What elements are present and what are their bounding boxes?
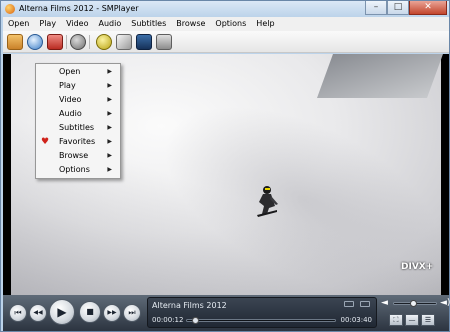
open-folder-icon[interactable] (7, 34, 23, 50)
context-menu-item-label: Subtitles (59, 123, 95, 132)
previous-button[interactable]: ⏮ (9, 304, 27, 322)
media-info-panel: Alterna Films 2012 00:00:12 00:03:40 (147, 297, 377, 328)
info-icon[interactable] (96, 34, 112, 50)
compact-button[interactable]: — (405, 314, 419, 326)
full-screen-icon[interactable] (136, 34, 152, 50)
total-time: 00:03:40 (340, 316, 372, 324)
video-frame-skier (257, 186, 278, 217)
context-menu-item-subtitles[interactable]: Subtitles ▶ (36, 121, 120, 135)
play-button[interactable]: ▶ (49, 299, 75, 325)
window-title: Alterna Films 2012 - SMPlayer (19, 4, 139, 13)
context-menu-item-options[interactable]: Options ▶ (36, 163, 120, 177)
playlist-view-icon[interactable] (344, 301, 354, 307)
fullscreen-button[interactable]: ⛶ (389, 314, 403, 326)
current-time: 00:00:12 (152, 316, 184, 324)
maximize-button[interactable]: □ (387, 1, 409, 15)
heart-icon: ♥ (41, 137, 50, 147)
menu-help[interactable]: Help (251, 17, 279, 31)
smplayer-window: Alterna Films 2012 - SMPlayer – □ ✕ Open… (0, 0, 450, 332)
submenu-arrow-icon: ▶ (107, 138, 112, 145)
context-menu-item-label: Options (59, 165, 90, 174)
video-area[interactable]: DIVX+ Open ▶ Play ▶ Video ▶ Audio ▶ Subt… (3, 54, 449, 295)
menu-subtitles[interactable]: Subtitles (126, 17, 171, 31)
toolbar-separator (89, 35, 90, 49)
minimize-button[interactable]: – (365, 1, 387, 15)
forward-button[interactable]: ▶▶ (103, 304, 121, 322)
context-menu-item-favorites[interactable]: ♥ Favorites ▶ (36, 135, 120, 149)
context-menu-item-video[interactable]: Video ▶ (36, 93, 120, 107)
context-menu-item-label: Video (59, 95, 82, 104)
seek-bar[interactable] (186, 317, 336, 324)
divx-watermark: DIVX+ (401, 262, 434, 272)
compact-mode-icon[interactable] (156, 34, 172, 50)
menu-bar: Open Play Video Audio Subtitles Browse O… (3, 17, 449, 31)
volume-handle[interactable] (410, 300, 417, 307)
mini-view-icon[interactable] (360, 301, 370, 307)
context-menu-item-browse[interactable]: Browse ▶ (36, 149, 120, 163)
context-menu-item-label: Open (59, 67, 81, 76)
next-button[interactable]: ⏭ (123, 304, 141, 322)
context-menu-item-label: Favorites (59, 137, 96, 146)
control-bar: ⏮ ◀◀ ▶ ■ ▶▶ ⏭ Alterna Films 2012 00:00:1… (3, 295, 450, 331)
submenu-arrow-icon: ▶ (107, 96, 112, 103)
menu-video[interactable]: Video (61, 17, 93, 31)
menu-play[interactable]: Play (34, 17, 61, 31)
submenu-arrow-icon: ▶ (107, 152, 112, 159)
stop-button[interactable]: ■ (79, 301, 101, 323)
open-url-icon[interactable] (27, 34, 43, 50)
submenu-arrow-icon: ▶ (107, 110, 112, 117)
stop-record-icon[interactable] (70, 34, 86, 50)
volume-slider[interactable] (393, 300, 437, 307)
submenu-arrow-icon: ▶ (107, 124, 112, 131)
media-title: Alterna Films 2012 (152, 301, 227, 310)
playlist-button[interactable]: ☰ (421, 314, 435, 326)
context-menu-item-open[interactable]: Open ▶ (36, 65, 120, 79)
toolbar-separator (66, 35, 67, 49)
context-menu-item-label: Play (59, 81, 76, 90)
rewind-button[interactable]: ◀◀ (29, 304, 47, 322)
context-menu-item-audio[interactable]: Audio ▶ (36, 107, 120, 121)
submenu-arrow-icon: ▶ (107, 166, 112, 173)
context-menu-item-play[interactable]: Play ▶ (36, 79, 120, 93)
favorites-icon[interactable] (47, 34, 63, 50)
volume-mute-icon[interactable]: ◄ (381, 298, 388, 308)
context-menu-item-label: Audio (59, 109, 82, 118)
menu-browse[interactable]: Browse (171, 17, 210, 31)
seek-handle[interactable] (192, 317, 199, 324)
context-menu: Open ▶ Play ▶ Video ▶ Audio ▶ Subtitles … (35, 63, 121, 179)
window-caption-buttons: – □ ✕ (365, 1, 447, 15)
context-menu-item-label: Browse (59, 151, 89, 160)
tools-icon[interactable] (116, 34, 132, 50)
menu-options[interactable]: Options (210, 17, 251, 31)
video-frame-rock (316, 54, 443, 98)
submenu-arrow-icon: ▶ (107, 82, 112, 89)
menu-open[interactable]: Open (3, 17, 34, 31)
smplayer-app-icon[interactable] (5, 4, 15, 14)
close-button[interactable]: ✕ (409, 1, 447, 15)
toolbar (3, 31, 449, 53)
menu-audio[interactable]: Audio (93, 17, 126, 31)
submenu-arrow-icon: ▶ (107, 68, 112, 75)
volume-max-icon[interactable]: ◄) (440, 298, 450, 308)
title-bar[interactable]: Alterna Films 2012 - SMPlayer – □ ✕ (1, 1, 449, 17)
